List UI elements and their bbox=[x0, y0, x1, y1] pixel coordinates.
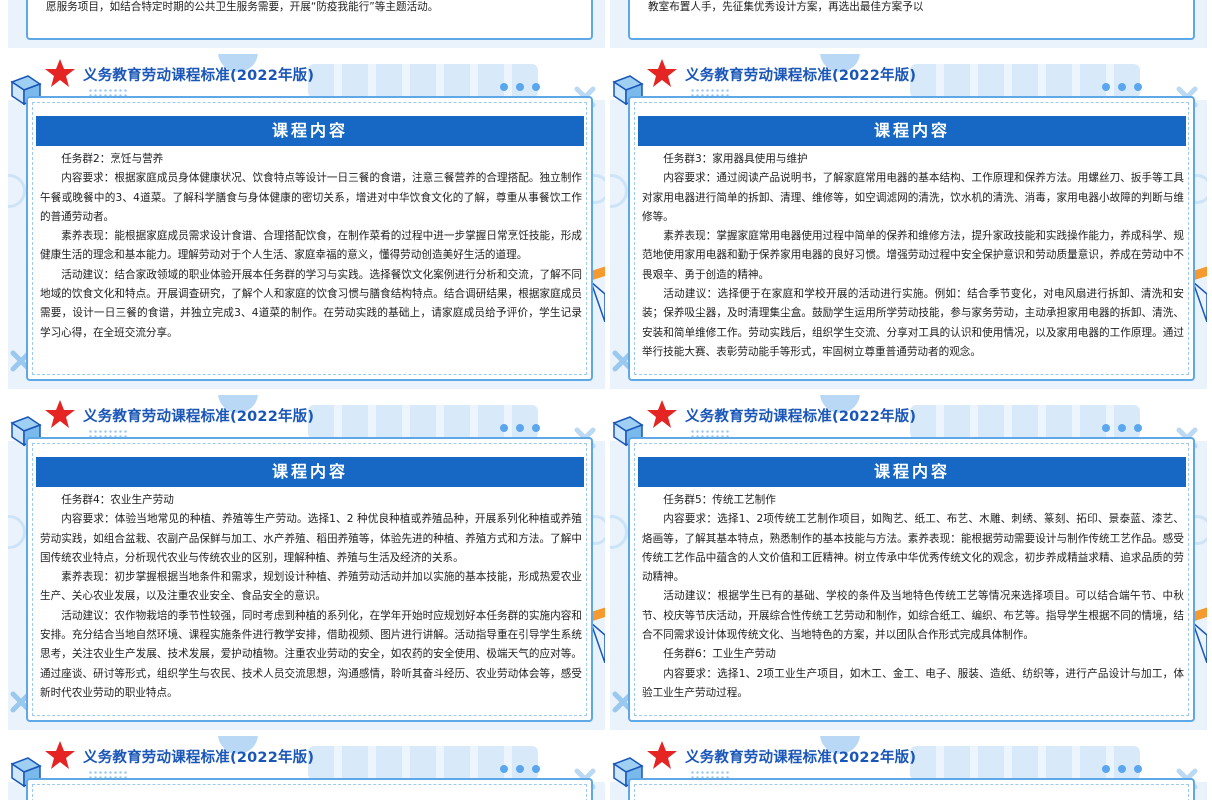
decorative-dots bbox=[500, 758, 548, 777]
section-banner: 课程内容 bbox=[638, 457, 1186, 487]
content-text: 任务群3：家用器具使用与维护内容要求：通过阅读产品说明书，了解家庭常用电器的基本… bbox=[642, 150, 1184, 362]
content-paragraph: 内容要求：通过阅读产品说明书，了解家庭常用电器的基本结构、工作原理和保养方法。用… bbox=[642, 172, 1184, 223]
content-paragraph: 任务群6：工业生产劳动 bbox=[663, 648, 776, 661]
partial-slide-top-right: 教室布置人手，先征集优秀设计方案，再选出最佳方案予以 bbox=[610, 0, 1207, 48]
content-paragraph: 任务群2：烹饪与营养 bbox=[61, 153, 164, 165]
content-paragraph: 任务群4：农业生产劳动 bbox=[61, 494, 174, 506]
slide-thumbnail[interactable]: 义务教育劳动课程标准(2022年版) 课程内容任务群3：家用器具使用与维护内容要求… bbox=[610, 54, 1207, 389]
content-card: 课程内容任务群2：烹饪与营养内容要求：根据家庭成员身体健康状况、饮食特点等设计一… bbox=[26, 96, 593, 381]
snippet-text: 教室布置人手，先征集优秀设计方案，再选出最佳方案予以 bbox=[648, 1, 924, 13]
slide-title: 义务教育劳动课程标准(2022年版) bbox=[685, 409, 917, 425]
decorative-dots bbox=[500, 76, 548, 95]
section-banner-label: 课程内容 bbox=[271, 462, 348, 481]
content-paragraph: 内容要求：选择1、2项传统工艺制作项目，如陶艺、纸工、布艺、木雕、刺绣、篆刻、拓… bbox=[642, 513, 1184, 584]
section-banner-label: 课程内容 bbox=[873, 121, 950, 140]
red-star-icon bbox=[45, 59, 75, 87]
ring-decoration bbox=[8, 515, 26, 549]
slide-title: 义务教育劳动课程标准(2022年版) bbox=[685, 750, 917, 766]
partial-slide-top-left: 愿服务项目，如结合特定时期的公共卫生服务需要，开展“防疫我能行”等主题活动。 bbox=[8, 0, 605, 48]
snippet-text: 愿服务项目，如结合特定时期的公共卫生服务需要，开展“防疫我能行”等主题活动。 bbox=[46, 1, 439, 13]
slide-title: 义务教育劳动课程标准(2022年版) bbox=[83, 750, 315, 766]
content-paragraph: 素养表现：掌握家庭常用电器使用过程中简单的保养和维修方法，提升家政技能和实践操作… bbox=[642, 230, 1184, 281]
red-star-icon bbox=[647, 741, 677, 769]
content-paragraph: 内容要求：根据家庭成员身体健康状况、饮食特点等设计一日三餐的食谱，注意三餐营养的… bbox=[40, 172, 582, 223]
content-text: 任务群2：烹饪与营养内容要求：根据家庭成员身体健康状况、饮食特点等设计一日三餐的… bbox=[40, 150, 582, 343]
card-dashed-border bbox=[32, 784, 587, 800]
content-paragraph: 任务群3：家用器具使用与维护 bbox=[663, 153, 808, 165]
card-dashed-border bbox=[634, 784, 1189, 800]
content-paragraph: 素养表现：能根据家庭成员需求设计食谱、合理搭配饮食，在制作菜肴的过程中进一步掌握… bbox=[40, 230, 582, 262]
red-star-icon bbox=[647, 400, 677, 428]
decorative-dots bbox=[500, 417, 548, 436]
ruler-decoration bbox=[591, 623, 605, 663]
slide-thumbnail[interactable]: 义务教育劳动课程标准(2022年版) 课程内容任务群4：农业生产劳动内容要求：体验… bbox=[8, 395, 605, 730]
section-banner-label: 课程内容 bbox=[271, 121, 348, 140]
section-banner: 课程内容 bbox=[36, 457, 584, 487]
decorative-dots bbox=[1102, 76, 1150, 95]
red-star-icon bbox=[45, 400, 75, 428]
section-banner-label: 课程内容 bbox=[873, 462, 950, 481]
slide-thumbnail[interactable]: 义务教育劳动课程标准(2022年版) bbox=[610, 736, 1207, 800]
slide-thumbnail[interactable]: 义务教育劳动课程标准(2022年版) bbox=[8, 736, 605, 800]
ring-decoration bbox=[610, 174, 628, 208]
section-banner: 课程内容 bbox=[36, 116, 584, 146]
section-banner: 课程内容 bbox=[638, 116, 1186, 146]
slide-title: 义务教育劳动课程标准(2022年版) bbox=[83, 409, 315, 425]
content-card bbox=[26, 778, 593, 800]
ruler-decoration bbox=[1193, 623, 1207, 663]
content-paragraph: 素养表现：初步掌握根据当地条件和需求，规划设计种植、养殖劳动活动并加以实施的基本… bbox=[40, 571, 582, 603]
ring-decoration bbox=[610, 515, 628, 549]
slide-thumbnail[interactable]: 义务教育劳动课程标准(2022年版) 课程内容任务群5：传统工艺制作内容要求：选择… bbox=[610, 395, 1207, 730]
ruler-decoration bbox=[1193, 282, 1207, 322]
slide-title: 义务教育劳动课程标准(2022年版) bbox=[83, 68, 315, 84]
content-paragraph: 活动建议：选择便于在家庭和学校开展的活动进行实施。例如：结合季节变化，对电风扇进… bbox=[642, 288, 1184, 358]
content-card: 课程内容任务群3：家用器具使用与维护内容要求：通过阅读产品说明书，了解家庭常用电… bbox=[628, 96, 1195, 381]
ring-decoration bbox=[8, 174, 26, 208]
content-text: 任务群5：传统工艺制作内容要求：选择1、2项传统工艺制作项目，如陶艺、纸工、布艺… bbox=[642, 491, 1184, 703]
decorative-dots bbox=[1102, 758, 1150, 777]
content-card bbox=[628, 778, 1195, 800]
red-star-icon bbox=[647, 59, 677, 87]
content-paragraph: 内容要求：选择1、2项工业生产项目，如木工、金工、电子、服装、造纸、纺织等，进行… bbox=[642, 667, 1184, 699]
content-card: 课程内容任务群5：传统工艺制作内容要求：选择1、2项传统工艺制作项目，如陶艺、纸… bbox=[628, 437, 1195, 722]
decorative-dots bbox=[1102, 417, 1150, 436]
slide-title: 义务教育劳动课程标准(2022年版) bbox=[685, 68, 917, 84]
slide-thumbnail[interactable]: 义务教育劳动课程标准(2022年版) 课程内容任务群2：烹饪与营养内容要求：根据家… bbox=[8, 54, 605, 389]
ruler-decoration bbox=[591, 282, 605, 322]
red-star-icon bbox=[45, 741, 75, 769]
content-text: 任务群4：农业生产劳动内容要求：体验当地常见的种植、养殖等生产劳动。选择1、2 … bbox=[40, 491, 582, 703]
content-paragraph: 活动建议：结合家政领域的职业体验开展本任务群的学习与实践。选择餐饮文化案例进行分… bbox=[40, 268, 582, 339]
content-paragraph: 任务群5：传统工艺制作 bbox=[663, 494, 776, 506]
content-paragraph: 活动建议：农作物栽培的季节性较强，同时考虑到种植的系列化，在学年开始时应规划好本… bbox=[40, 609, 582, 699]
content-paragraph: 内容要求：体验当地常见的种植、养殖等生产劳动。选择1、2 种优良种植或养殖品种，… bbox=[40, 513, 582, 564]
content-card: 课程内容任务群4：农业生产劳动内容要求：体验当地常见的种植、养殖等生产劳动。选择… bbox=[26, 437, 593, 722]
content-paragraph: 活动建议：根据学生已有的基础、学校的条件及当地特色传统工艺等情况来选择项目。可以… bbox=[642, 590, 1184, 642]
